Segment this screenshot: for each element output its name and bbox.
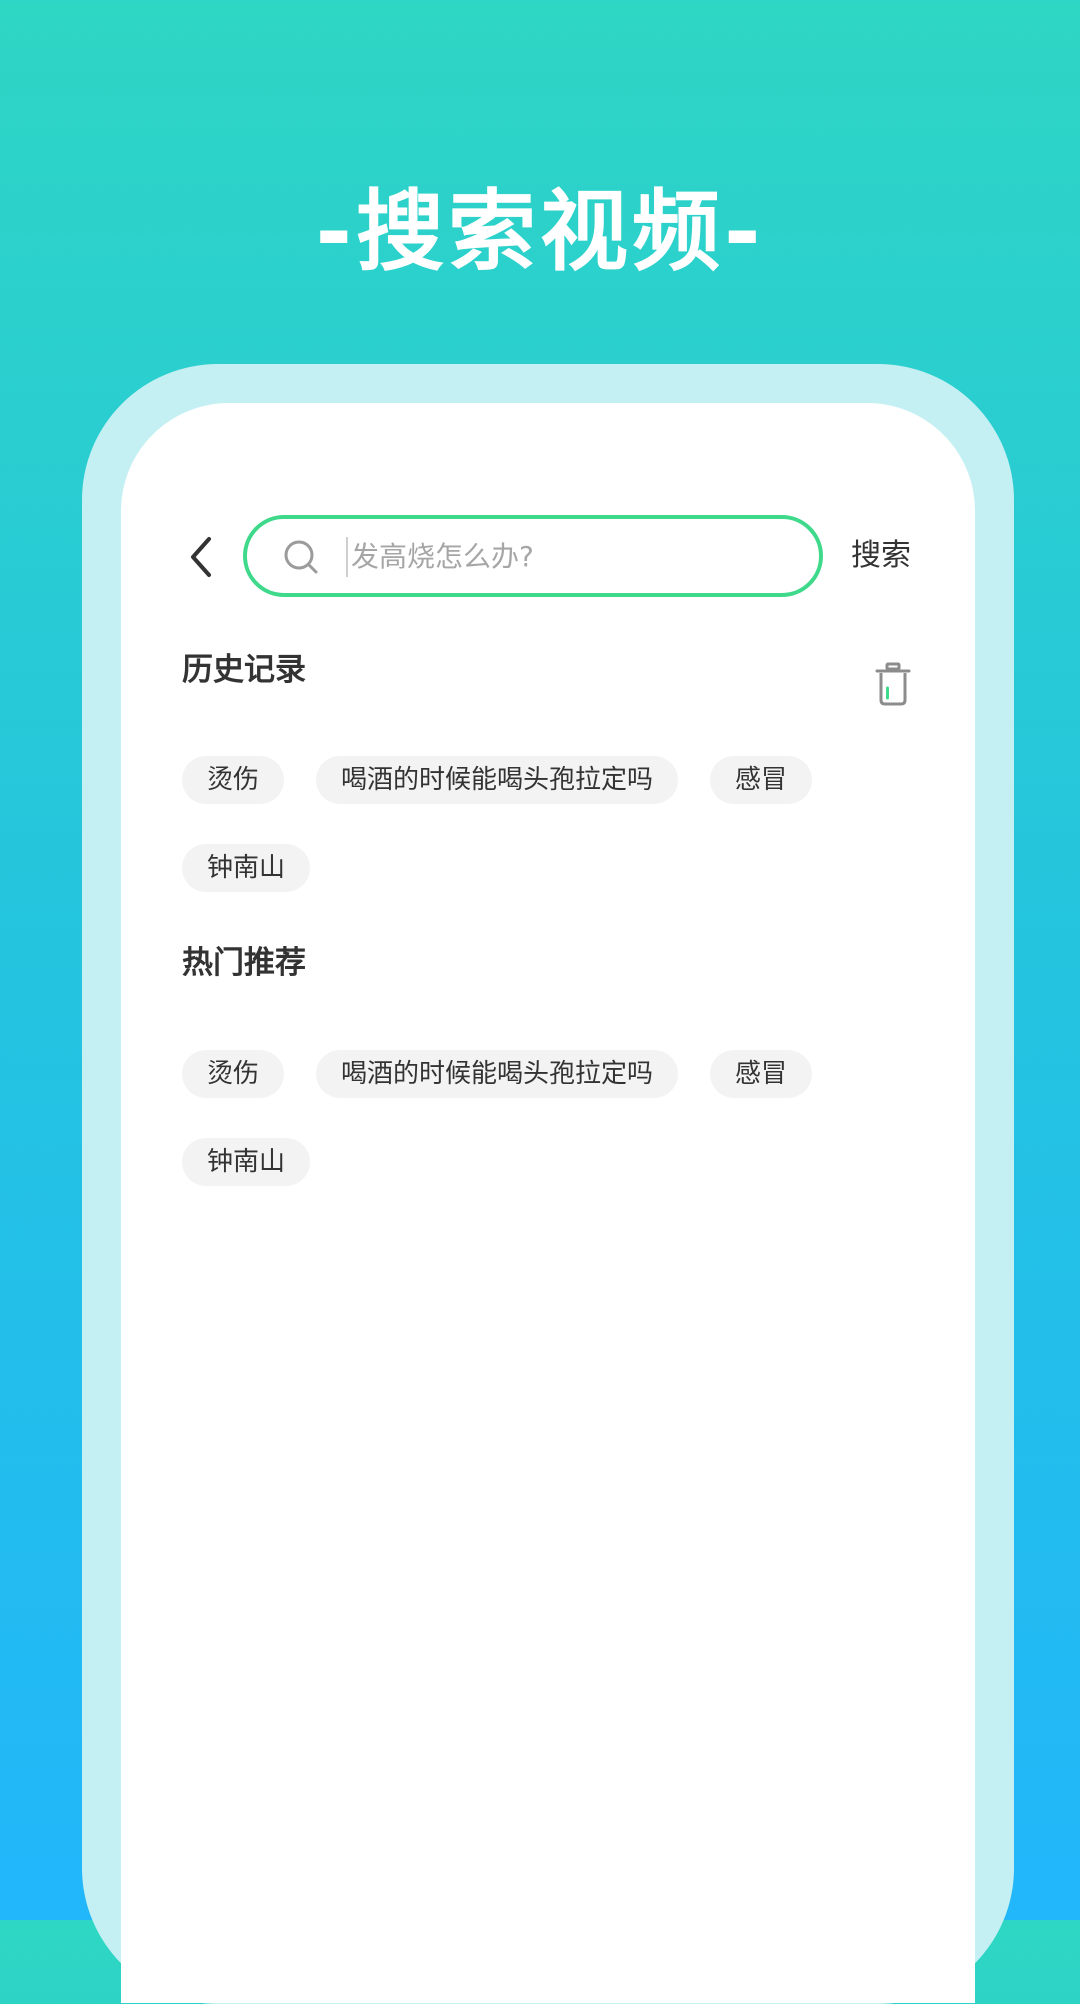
hot-tag[interactable]: 烫伤 bbox=[182, 1050, 285, 1098]
clear-history-button[interactable] bbox=[873, 662, 913, 706]
promo-headline: -搜索视频- bbox=[315, 180, 765, 283]
phone-screen: 搜索 历史记录 烫伤 喝酒的时候能喝头孢拉定吗 感冒 钟南山 热门推荐 烫伤 喝… bbox=[121, 403, 975, 2003]
search-input[interactable] bbox=[351, 519, 791, 593]
history-title: 历史记录 bbox=[182, 652, 306, 688]
back-button[interactable] bbox=[181, 533, 221, 583]
text-cursor bbox=[346, 537, 348, 577]
search-icon bbox=[284, 540, 318, 574]
history-tag[interactable]: 感冒 bbox=[710, 756, 813, 804]
history-tag-list: 烫伤 喝酒的时候能喝头孢拉定吗 感冒 钟南山 bbox=[182, 756, 922, 932]
hot-tag-list: 烫伤 喝酒的时候能喝头孢拉定吗 感冒 钟南山 bbox=[182, 1050, 922, 1226]
hot-tag[interactable]: 感冒 bbox=[710, 1050, 813, 1098]
history-tag[interactable]: 钟南山 bbox=[182, 844, 311, 892]
chevron-left-icon bbox=[191, 537, 211, 577]
search-button[interactable]: 搜索 bbox=[851, 533, 911, 579]
search-box[interactable] bbox=[243, 515, 823, 597]
history-tag[interactable]: 喝酒的时候能喝头孢拉定吗 bbox=[316, 756, 679, 804]
hot-title: 热门推荐 bbox=[182, 945, 306, 981]
trash-icon bbox=[875, 662, 911, 706]
history-tag[interactable]: 烫伤 bbox=[182, 756, 285, 804]
hot-tag[interactable]: 钟南山 bbox=[182, 1138, 311, 1186]
hot-tag[interactable]: 喝酒的时候能喝头孢拉定吗 bbox=[316, 1050, 679, 1098]
